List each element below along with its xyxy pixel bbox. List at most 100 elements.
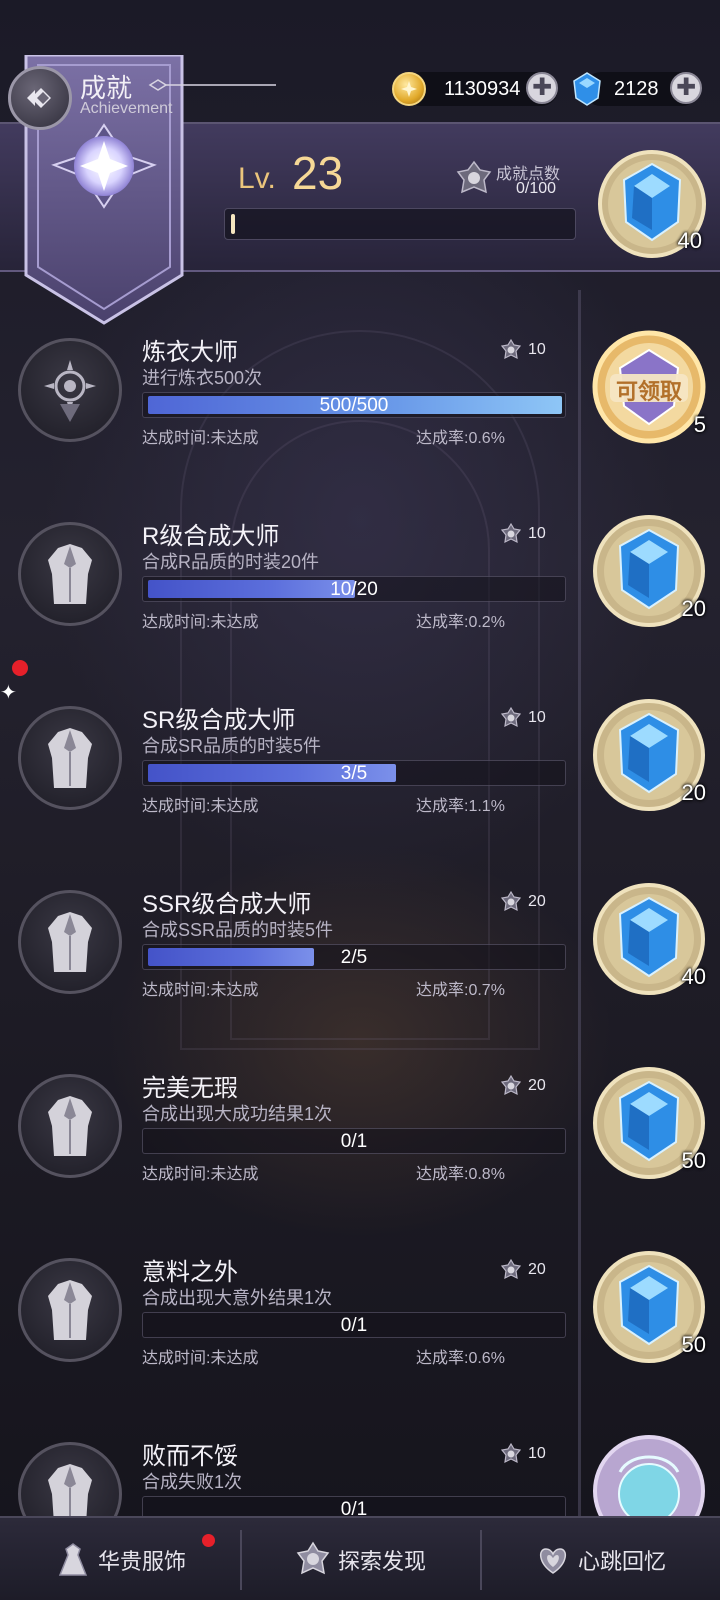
- gold-amount: 1130934: [444, 77, 521, 100]
- coat-icon: [48, 544, 92, 604]
- achievement-progress-bar: 10/20: [142, 576, 566, 602]
- back-arrow-icon: [27, 88, 51, 108]
- achievement-description: 合成失败1次: [142, 1472, 243, 1492]
- nav-tab-fashion[interactable]: 华贵服饰: [0, 1518, 240, 1600]
- points-value: 0/100: [516, 180, 557, 197]
- achievement-points: 20: [498, 1074, 546, 1098]
- achievement-time: 达成时间:未达成: [142, 614, 259, 631]
- achievement-rate: 达成率:0.6%: [416, 430, 505, 447]
- level-prefix: Lv.: [238, 162, 276, 195]
- gold-coin-icon: [392, 72, 426, 106]
- sun-emblem-icon: [44, 360, 96, 422]
- achievement-points: 10: [498, 338, 546, 362]
- blue-gem-icon: [573, 72, 601, 106]
- achievement-description: 合成出现大意外结果1次: [142, 1288, 333, 1308]
- achievement-progress-text: 3/5: [340, 763, 368, 784]
- level-reward-count: 40: [677, 228, 702, 253]
- achievement-medal: [18, 522, 122, 626]
- achievement-time: 达成时间:未达成: [142, 430, 259, 447]
- achievement-points-icon: [500, 338, 522, 360]
- achievement-points-value: 20: [528, 1261, 546, 1278]
- achievement-row: 炼衣大师 进行炼衣500次 10 500/500 达成时间:未达成 达成率:0.6% 可领取…: [0, 318, 720, 502]
- achievement-description: 进行炼衣500次: [142, 368, 263, 388]
- level-reward-button[interactable]: 40: [596, 148, 708, 260]
- achievement-points: 20: [498, 890, 546, 914]
- notification-dot: [12, 660, 28, 676]
- dress-icon: [58, 1543, 88, 1576]
- achievement-name: SSR级合成大师: [142, 891, 312, 918]
- coat-icon: [48, 912, 92, 972]
- page-subtitle: Achievement: [80, 100, 173, 117]
- compass-emblem-icon: [296, 1541, 330, 1575]
- achievement-points-value: 10: [528, 341, 546, 358]
- achievement-row: SSR级合成大师 合成SSR品质的时装5件 20 2/5 达成时间:未达成 达成率:0.7…: [0, 870, 720, 1054]
- achievement-points-icon: [500, 706, 522, 728]
- achievement-reward-count: 40: [681, 964, 706, 989]
- achievement-rate: 达成率:0.8%: [416, 1166, 505, 1183]
- achievement-points-value: 20: [528, 893, 546, 910]
- achievement-reward-count: 5: [693, 412, 706, 437]
- achievement-medal: [18, 890, 122, 994]
- achievement-progress-bar: 2/5: [142, 944, 566, 970]
- achievement-description: 合成SR品质的时装5件: [142, 736, 322, 756]
- sparkle-icon: ✦: [0, 682, 17, 704]
- back-button[interactable]: [8, 66, 72, 130]
- nav-tab-label: 心跳回忆: [577, 1549, 666, 1574]
- achievement-progress-text: 10/20: [330, 579, 378, 600]
- achievement-description: 合成R品质的时装20件: [142, 552, 320, 572]
- add-gem-button[interactable]: ✚: [670, 72, 702, 104]
- achievement-points-icon: [500, 890, 522, 912]
- nav-tab-label: 华贵服饰: [97, 1549, 186, 1574]
- gem-amount: 2128: [614, 77, 659, 100]
- nav-tab-memories[interactable]: 心跳回忆: [480, 1518, 720, 1600]
- achievement-rate: 达成率:1.1%: [416, 798, 505, 815]
- achievement-progress-bar: 500/500: [142, 392, 566, 418]
- achievement-time: 达成时间:未达成: [142, 982, 259, 999]
- coat-icon: [48, 1096, 92, 1156]
- achievement-points: 10: [498, 1442, 546, 1466]
- achievement-progress-text: 0/1: [340, 1131, 368, 1152]
- nav-badge-dot: [202, 1534, 215, 1547]
- add-gold-button[interactable]: ✚: [526, 72, 558, 104]
- achievement-medal: [18, 1258, 122, 1362]
- achievement-points-icon: [500, 1258, 522, 1280]
- achievement-reward-count: 50: [681, 1148, 706, 1173]
- achievement-reward-count: 20: [681, 780, 706, 805]
- level-number: 23: [292, 147, 344, 199]
- achievement-name: 炼衣大师: [142, 339, 238, 366]
- achievement-progress-text: 500/500: [319, 395, 389, 416]
- achievement-points-icon: [500, 522, 522, 544]
- level-progress-bar: [224, 208, 576, 240]
- achievement-points-value: 20: [528, 1077, 546, 1094]
- nav-tab-label: 探索发现: [337, 1549, 426, 1574]
- plus-icon: ✚: [531, 74, 553, 101]
- achievement-points-value: 10: [528, 525, 546, 542]
- achievement-points-icon: [456, 160, 492, 194]
- achievement-row: SR级合成大师 合成SR品质的时装5件 10 3/5 达成时间:未达成 达成率:1.1% 2…: [0, 686, 720, 870]
- achievement-name: 完美无瑕: [142, 1075, 238, 1102]
- achievement-points-icon: [500, 1442, 522, 1464]
- achievement-rate: 达成率:0.6%: [416, 1350, 505, 1367]
- achievement-medal: [18, 338, 122, 442]
- heart-emblem-icon: [539, 1548, 566, 1574]
- achievement-points-value: 10: [528, 1445, 546, 1462]
- achievement-name: 意料之外: [142, 1259, 238, 1286]
- achievement-medal: [18, 1074, 122, 1178]
- achievement-points: 10: [498, 522, 546, 546]
- plus-icon: ✚: [675, 74, 697, 101]
- achievement-time: 达成时间:未达成: [142, 798, 259, 815]
- title-ornament-icon: [148, 79, 276, 91]
- achievement-name: SR级合成大师: [142, 707, 296, 734]
- achievement-name: 败而不馁: [142, 1443, 238, 1470]
- level-progress-fill: [231, 214, 235, 234]
- achievement-medal: [18, 706, 122, 810]
- achievement-progress-text: 2/5: [340, 947, 368, 968]
- achievement-row: 意料之外 合成出现大意外结果1次 20 0/1 达成时间:未达成 达成率:0.6% 50: [0, 1238, 720, 1422]
- achievement-time: 达成时间:未达成: [142, 1350, 259, 1367]
- achievement-points-icon: [500, 1074, 522, 1096]
- achievement-reward-count: 20: [681, 596, 706, 621]
- nav-tab-explore[interactable]: 探索发现: [240, 1518, 480, 1600]
- achievement-reward-count: 50: [681, 1332, 706, 1357]
- achievement-rate: 达成率:0.7%: [416, 982, 505, 999]
- achievement-points: 20: [498, 1258, 546, 1282]
